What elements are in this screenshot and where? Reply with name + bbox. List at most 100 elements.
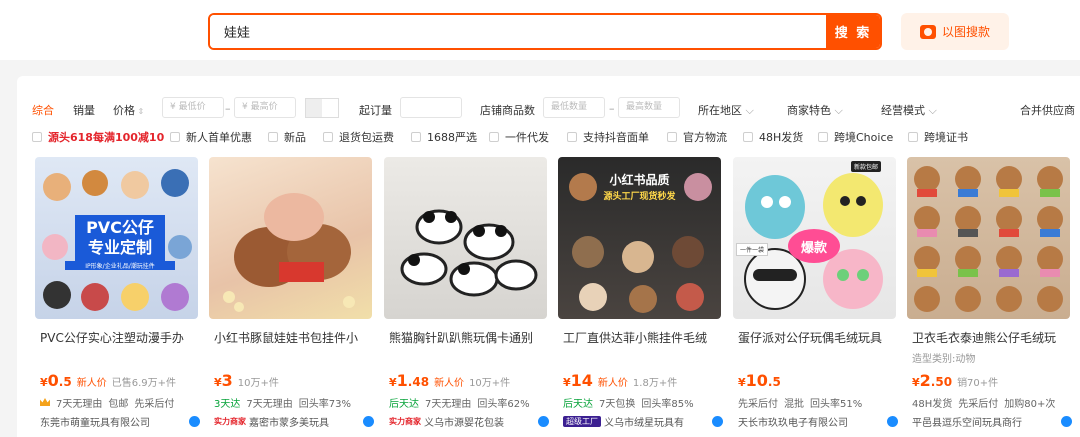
shop-name[interactable]: 平邑县逗乐空间玩具商行	[912, 414, 1022, 429]
product-image[interactable]	[384, 157, 547, 319]
checkbox-1688[interactable]: 1688严选	[411, 129, 477, 145]
chat-icon[interactable]	[189, 416, 200, 427]
count-min-input[interactable]: 最低数量	[543, 97, 605, 118]
product-card[interactable]: 爆款 新款包邮 一件一袋 蛋仔派对公仔玩偶毛绒玩具 ¥10.5 先采后付 混批 回头…	[733, 157, 898, 437]
checkbox-dropship[interactable]: 一件代发	[489, 129, 549, 145]
model-dropdown[interactable]: 经营模式 ⌵	[881, 102, 937, 118]
checkbox-box	[411, 132, 421, 142]
checkbox-48h[interactable]: 48H发货	[743, 129, 803, 145]
count-max-input[interactable]: 最高数量	[618, 97, 680, 118]
chevron-down-icon: ⌵	[831, 104, 843, 117]
sort-price[interactable]: 价格 ⇕	[113, 102, 144, 118]
checkbox-box	[908, 132, 918, 142]
checkbox-box	[743, 132, 753, 142]
sold-count: 销70+件	[957, 378, 999, 389]
product-title[interactable]: 熊猫胸针趴趴熊玩偶卡通别	[389, 329, 549, 346]
shop-name[interactable]: 义乌市源婴花包装	[424, 414, 504, 429]
product-title[interactable]: 卫衣毛衣泰迪熊公仔毛绒玩	[912, 329, 1072, 346]
crown-icon	[40, 398, 50, 406]
shop-row[interactable]: 东莞市萌童玩具有限公司	[40, 414, 200, 429]
filter-bar: 综合 销量 价格 ⇕ ¥ 最低价 – ¥ 最高价 起订量 店铺商品数 最低数量 …	[17, 76, 1080, 144]
service-row: 3天达 7天无理由 回头率73%	[214, 399, 351, 410]
checkbox-return[interactable]: 退货包运费	[323, 129, 394, 145]
product-card[interactable]: PVC公仔 专业定制 IP形象/企业礼品/潮玩挂件 PVC公仔实心注塑动漫手办 ¥…	[35, 157, 200, 437]
results-panel: 综合 销量 价格 ⇕ ¥ 最低价 – ¥ 最高价 起订量 店铺商品数 最低数量 …	[17, 76, 1080, 437]
hot-sale-badge: 爆款	[788, 229, 840, 263]
sort-sales[interactable]: 销量	[73, 102, 95, 118]
moq-input[interactable]	[400, 97, 462, 118]
banner-subtext: IP形象/企业礼品/潮玩挂件	[65, 261, 175, 270]
sort-default[interactable]: 综合	[32, 102, 54, 118]
new-user-price-tag: 新人价	[434, 378, 465, 389]
shop-row[interactable]: 超级工厂 义乌市绒星玩具有	[563, 414, 723, 429]
image-search-button[interactable]: 以图搜款	[901, 13, 1009, 50]
chat-icon[interactable]	[1061, 416, 1072, 427]
chat-icon[interactable]	[363, 416, 374, 427]
shop-name[interactable]: 东莞市萌童玩具有限公司	[40, 414, 150, 429]
price-row: ¥1.48 新人价 10万+件	[389, 371, 510, 390]
checkbox-box	[268, 132, 278, 142]
price-dash: –	[225, 102, 231, 115]
teddy-bears-grid-illustration	[914, 166, 1063, 312]
product-title[interactable]: 工厂直供达菲小熊挂件毛绒	[563, 329, 723, 346]
count-dash: –	[609, 102, 615, 115]
checkbox-logistics[interactable]: 官方物流	[667, 129, 727, 145]
service-row: 后天达 7天包换 回头率85%	[563, 399, 694, 410]
product-card[interactable]: 小红书品质 源头工厂现货秒发 工厂直供达菲小熊挂件毛绒 ¥14 新人价 1.8万…	[558, 157, 723, 437]
shop-row[interactable]: 实力商家 义乌市源婴花包装	[389, 414, 549, 429]
checkbox-douyin[interactable]: 支持抖音面单	[567, 129, 649, 145]
product-image[interactable]: PVC公仔 专业定制 IP形象/企业礼品/潮玩挂件	[35, 157, 198, 319]
price-min-input[interactable]: ¥ 最低价	[162, 97, 224, 118]
checkbox-box	[323, 132, 333, 142]
product-title[interactable]: 小红书豚鼠娃娃书包挂件小	[214, 329, 374, 346]
checkbox-choice[interactable]: 跨境Choice	[818, 129, 893, 145]
product-image[interactable]: 爆款 新款包邮 一件一袋	[733, 157, 896, 319]
service-row: 7天无理由 包邮 先采后付	[40, 395, 174, 410]
banner-text: PVC公仔 专业定制	[75, 215, 165, 261]
price-max-input[interactable]: ¥ 最高价	[234, 97, 296, 118]
shop-row[interactable]: 平邑县逗乐空间玩具商行	[912, 414, 1072, 429]
shop-name[interactable]: 义乌市绒星玩具有	[604, 414, 684, 429]
product-card[interactable]: 卫衣毛衣泰迪熊公仔毛绒玩 造型类别:动物 ¥2.50 销70+件 48H发货 先采…	[907, 157, 1072, 437]
guinea-pig-plush-illustration	[223, 193, 355, 312]
search-input[interactable]	[210, 15, 828, 48]
shop-row[interactable]: 实力商家 嘉密市蒙多美玩具	[214, 414, 374, 429]
service-row: 后天达 7天无理由 回头率62%	[389, 399, 530, 410]
checkbox-box	[567, 132, 577, 142]
pack-badge: 一件一袋	[736, 243, 769, 256]
product-image[interactable]	[209, 157, 372, 319]
shop-name[interactable]: 天长市玖玖电子有限公司	[738, 414, 848, 429]
checkbox-new-user[interactable]: 新人首单优惠	[170, 129, 252, 145]
banner-subtext: 源头工厂现货秒发	[603, 192, 676, 202]
super-factory-badge: 超级工厂	[563, 416, 601, 427]
search-button[interactable]: 搜 索	[826, 15, 880, 48]
sort-arrows-icon: ⇕	[135, 107, 145, 116]
sold-count: 10万+件	[469, 378, 511, 389]
shop-row[interactable]: 天长市玖玖电子有限公司	[738, 414, 898, 429]
price-row: ¥10.5	[738, 371, 781, 390]
product-image[interactable]: 小红书品质 源头工厂现货秒发	[558, 157, 721, 319]
region-dropdown[interactable]: 所在地区 ⌵	[698, 102, 754, 118]
product-title[interactable]: PVC公仔实心注塑动漫手办	[40, 329, 200, 346]
product-attribute: 造型类别:动物	[912, 354, 976, 365]
panda-plush-illustration	[400, 209, 538, 297]
chat-icon[interactable]	[712, 416, 723, 427]
product-title[interactable]: 蛋仔派对公仔玩偶毛绒玩具	[738, 329, 898, 346]
product-card[interactable]: 熊猫胸针趴趴熊玩偶卡通别 ¥1.48 新人价 10万+件 后天达 7天无理由 回头率…	[384, 157, 549, 437]
merge-suppliers[interactable]: 合并供应商	[1020, 102, 1075, 118]
checkbox-new[interactable]: 新品	[268, 129, 306, 145]
image-search-label: 以图搜款	[941, 25, 990, 39]
checkbox-box	[32, 132, 42, 142]
product-card[interactable]: 小红书豚鼠娃娃书包挂件小 ¥3 10万+件 3天达 7天无理由 回头率73% 实力商…	[209, 157, 374, 437]
features-dropdown[interactable]: 商家特色 ⌵	[787, 102, 843, 118]
checkbox-cert[interactable]: 跨境证书	[908, 129, 968, 145]
chat-icon[interactable]	[887, 416, 898, 427]
shop-name[interactable]: 嘉密市蒙多美玩具	[249, 414, 329, 429]
checkbox-promo[interactable]: 源头618每满100减10	[32, 129, 164, 145]
price-range-toggle[interactable]	[305, 98, 339, 118]
price-row: ¥14 新人价 1.8万+件	[563, 371, 677, 390]
chat-icon[interactable]	[538, 416, 549, 427]
search-box[interactable]: 搜 索	[208, 13, 882, 50]
product-image[interactable]	[907, 157, 1070, 319]
store-count-label: 店铺商品数	[480, 104, 535, 117]
